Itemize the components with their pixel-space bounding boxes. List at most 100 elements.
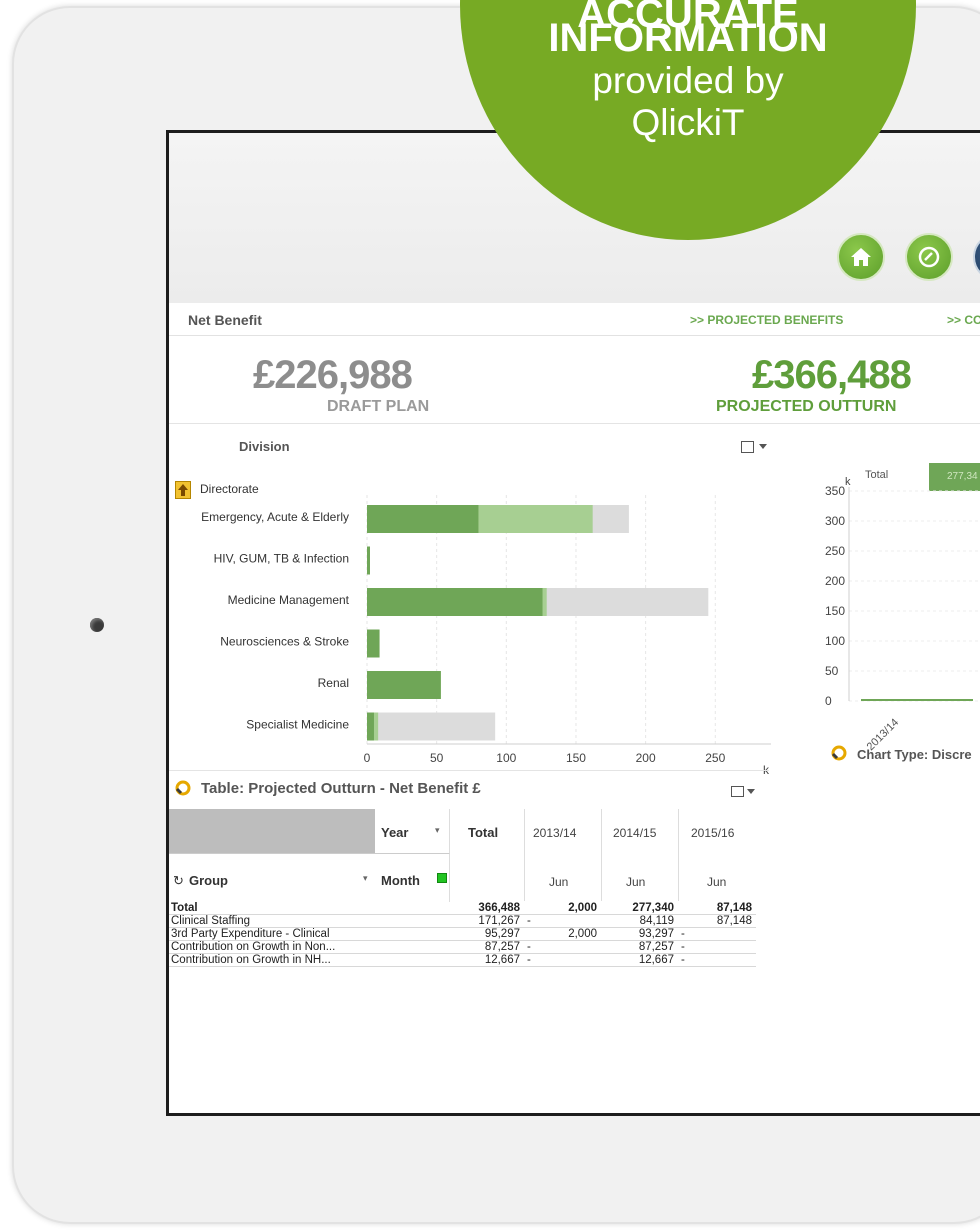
row-total: 12,667 <box>484 954 520 966</box>
bar-1-series-0 <box>367 546 370 575</box>
year-header-label: Year <box>381 825 409 840</box>
row-2015-16: 87,148 <box>716 915 752 927</box>
group-header[interactable]: ↻ Group ▾ <box>169 853 375 902</box>
category-label-0: Emergency, Acute & Elderly <box>201 510 349 524</box>
row-total: 95,297 <box>484 928 520 940</box>
badge-line-4: QlickiT <box>631 102 745 143</box>
tablet-camera <box>90 618 104 632</box>
x-tick-label-5: 250 <box>705 751 725 765</box>
badge-line-2: INFORMATION <box>548 16 828 60</box>
month-selection-indicator <box>437 873 447 883</box>
y-unit-label: k <box>845 476 851 488</box>
chart-type-label: Chart Type: Discre <box>857 747 972 762</box>
table-maximize-icon[interactable] <box>731 786 744 797</box>
kpi-divider <box>169 423 980 424</box>
month-col-3-label: Jun <box>707 875 727 889</box>
row-2013-14: - <box>527 954 531 966</box>
projected-benefits-link[interactable]: >> PROJECTED BENEFITS <box>690 313 843 327</box>
y-tick-label-4: 200 <box>825 574 845 588</box>
table-body: Total 366,488 2,000 277,340 87,148 Clinical S… <box>169 902 756 967</box>
y-tick-label-6: 300 <box>825 514 845 528</box>
table-row[interactable]: Contribution on Growth in NH... 12,667-12… <box>169 954 756 967</box>
chevron-down-icon[interactable] <box>759 444 767 449</box>
year-col-1: 2013/14 Jun <box>525 809 602 901</box>
row-2013-14: - <box>527 915 531 927</box>
division-chart-title: Division <box>239 439 290 454</box>
dashboard: Net Benefit >> PROJECTED BENEFITS >> CO … <box>169 133 980 1113</box>
year-dropdown-icon[interactable]: ▾ <box>435 825 440 836</box>
x-tick-label-3: 150 <box>566 751 586 765</box>
year-col-3: 2015/16 Jun <box>679 809 756 901</box>
table-row[interactable]: 3rd Party Expenditure - Clinical 95,297 2,… <box>169 928 756 941</box>
group-header-label: Group <box>189 873 228 888</box>
projected-outturn-value: £366,488 <box>752 353 912 397</box>
total-header-label: Total <box>468 825 499 840</box>
y-tick-label-2: 100 <box>825 634 845 648</box>
x-tick-label-2: 100 <box>496 751 516 765</box>
row-label: Contribution on Growth in Non... <box>171 941 336 953</box>
table-row[interactable]: Total 366,488 2,000 277,340 87,148 <box>169 902 756 915</box>
home-button[interactable] <box>837 233 885 281</box>
co-link[interactable]: >> CO <box>947 313 980 327</box>
section-header: Net Benefit >> PROJECTED BENEFITS >> CO <box>169 303 980 336</box>
row-2014-15: 12,667 <box>638 954 674 966</box>
x-tick-label-0: 0 <box>364 751 371 765</box>
tablet-screen: Net Benefit >> PROJECTED BENEFITS >> CO … <box>166 130 980 1116</box>
category-label-5: Specialist Medicine <box>246 718 349 732</box>
y-tick-label-3: 150 <box>825 604 845 618</box>
year-header[interactable]: Year ▾ <box>375 809 450 853</box>
table-row[interactable]: Contribution on Growth in Non... 87,257-8… <box>169 941 756 954</box>
month-col-1-label: Jun <box>549 875 569 889</box>
tablet-frame: Net Benefit >> PROJECTED BENEFITS >> CO … <box>12 6 980 1224</box>
row-2015-16: - <box>681 941 685 953</box>
table-cycle-icon[interactable] <box>175 780 191 796</box>
category-label-4: Renal <box>318 676 349 690</box>
group-cycle-icon[interactable]: ↻ <box>173 873 184 889</box>
maximize-icon[interactable] <box>741 441 754 453</box>
division-bar-chart: 0 50 100 150 200 250 k Emergency, Acute & Elder… <box>201 495 771 775</box>
bar-4-series-0 <box>367 671 441 699</box>
home-icon <box>851 248 871 266</box>
row-2013-14: 2,000 <box>568 902 597 914</box>
category-label-3: Neurosciences & Stroke <box>220 635 349 649</box>
y-tick-label-1: 50 <box>825 664 839 678</box>
section-title: Net Benefit <box>188 312 262 328</box>
bar-2013-14 <box>861 699 973 701</box>
bar-2-series-0 <box>367 588 543 616</box>
category-label-1: HIV, GUM, TB & Infection <box>214 552 349 566</box>
row-label: Total <box>171 902 198 914</box>
row-total: 366,488 <box>478 902 520 914</box>
y-tick-label-7: 350 <box>825 484 845 498</box>
pivot-table: Year ▾ Total ↻ Group ▾ Month 2013/14 Jun… <box>169 809 756 1006</box>
bar-3-series-0 <box>367 629 380 658</box>
year-col-3-label: 2015/16 <box>691 826 735 840</box>
row-label: 3rd Party Expenditure - Clinical <box>171 928 330 940</box>
row-2015-16: - <box>681 928 685 940</box>
row-total: 171,267 <box>478 915 520 927</box>
row-2014-15: 84,119 <box>639 915 674 927</box>
table-row[interactable]: Clinical Staffing 171,267- 84,119 87,148 <box>169 915 756 928</box>
table-corner <box>169 809 375 853</box>
month-header-label: Month <box>381 873 420 888</box>
draft-plan-label: DRAFT PLAN <box>327 398 430 415</box>
table-chevron-down-icon[interactable] <box>747 789 755 794</box>
row-2014-15: 87,257 <box>638 941 674 953</box>
row-2015-16: - <box>681 954 685 966</box>
x-tick-label-4: 200 <box>636 751 656 765</box>
row-2013-14: - <box>527 941 531 953</box>
row-2015-16: 87,148 <box>716 902 752 914</box>
month-header[interactable]: Month <box>375 853 450 902</box>
dashboard-button[interactable] <box>905 233 953 281</box>
y-tick-label-5: 250 <box>825 544 845 558</box>
chart-type-cycle-icon[interactable] <box>831 745 847 761</box>
total-header: Total <box>450 809 525 901</box>
projected-outturn-label: PROJECTED OUTTURN <box>716 398 897 415</box>
table-title: Table: Projected Outturn - Net Benefit £ <box>201 780 481 797</box>
month-col-2-label: Jun <box>626 875 646 889</box>
group-dropdown-icon[interactable]: ▾ <box>363 873 368 884</box>
outturn-by-year-chart: k0501001502002503003502013/14 <box>825 476 980 753</box>
row-2014-15: 277,340 <box>632 902 674 914</box>
row-label: Contribution on Growth in NH... <box>171 954 331 966</box>
row-label: Clinical Staffing <box>171 915 251 927</box>
y-tick-label-0: 0 <box>825 694 832 708</box>
